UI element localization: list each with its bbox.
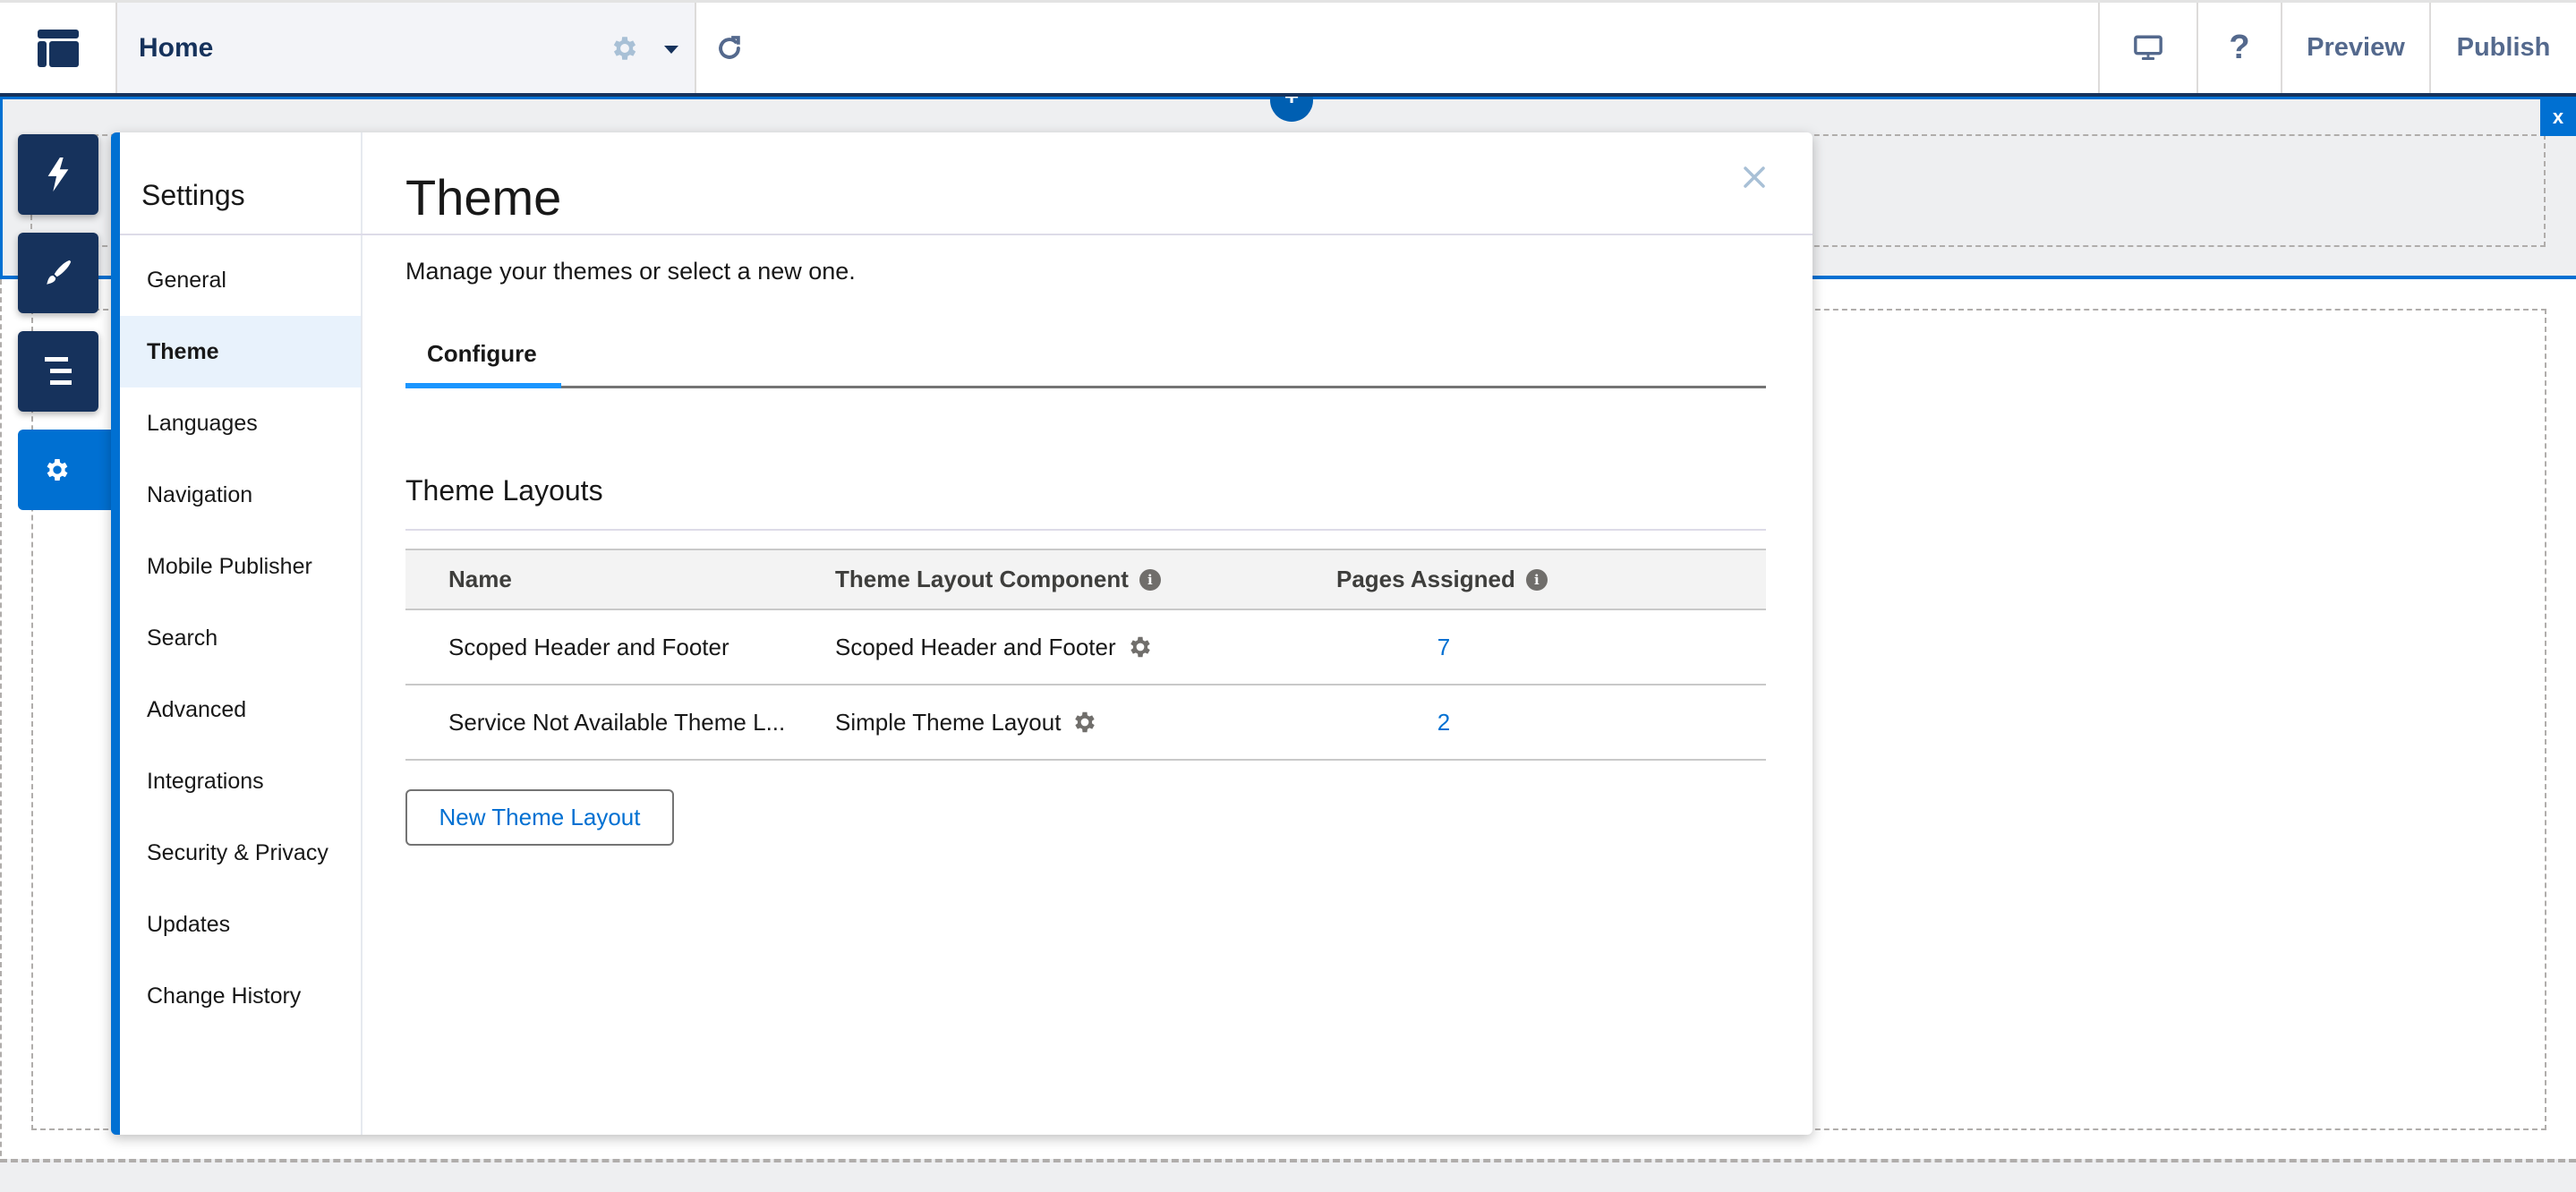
- nav-item-security-privacy[interactable]: Security & Privacy: [120, 817, 361, 889]
- page-settings-gear-icon[interactable]: [610, 33, 640, 68]
- desktop-icon: [2134, 35, 2162, 60]
- tab-active-indicator: [405, 383, 561, 388]
- content-subtitle: Manage your themes or select a new one.: [405, 258, 856, 285]
- settings-nav: Settings General Theme Languages Navigat…: [120, 132, 363, 1135]
- canvas-left-border: [0, 279, 2, 1192]
- nav-item-updates[interactable]: Updates: [120, 889, 361, 960]
- theme-layouts-table: Name Theme Layout Component i Pages Assi…: [405, 549, 1766, 761]
- close-icon: [1744, 166, 1765, 188]
- close-region-button[interactable]: x: [2540, 98, 2576, 136]
- nav-item-theme[interactable]: Theme: [120, 316, 361, 387]
- page-selector[interactable]: Home: [117, 3, 696, 93]
- component-settings-gear-icon[interactable]: [1071, 709, 1098, 736]
- refresh-button[interactable]: [696, 3, 2100, 93]
- nav-item-integrations[interactable]: Integrations: [120, 745, 361, 817]
- column-header-pages-label: Pages Assigned: [1336, 566, 1515, 592]
- settings-title: Settings: [141, 179, 245, 211]
- component-settings-gear-icon[interactable]: [1127, 634, 1154, 660]
- gear-icon: [47, 459, 68, 481]
- content-header-divider: [363, 234, 1813, 235]
- device-preview-button[interactable]: [2100, 3, 2198, 93]
- row-component-label: Scoped Header and Footer: [835, 633, 1116, 660]
- nav-item-mobile-publisher[interactable]: Mobile Publisher: [120, 531, 361, 602]
- content-title: Theme: [405, 169, 562, 226]
- info-icon[interactable]: i: [1525, 568, 1548, 591]
- table-row[interactable]: Service Not Available Theme L... Simple …: [405, 685, 1766, 761]
- top-toolbar: Home ? Preview Publish: [0, 0, 2576, 93]
- column-header-name-label: Name: [448, 566, 512, 592]
- column-header-component: Theme Layout Component i: [835, 550, 1301, 609]
- column-header-name: Name: [448, 550, 806, 609]
- nav-item-change-history[interactable]: Change History: [120, 960, 361, 1032]
- tab-bar-line: [405, 386, 1766, 388]
- table-row[interactable]: Scoped Header and Footer Scoped Header a…: [405, 610, 1766, 685]
- footer-region[interactable]: [0, 1159, 2576, 1192]
- column-header-pages: Pages Assigned i: [1336, 550, 1605, 609]
- logo-button[interactable]: [0, 3, 117, 93]
- tab-configure[interactable]: Configure: [427, 340, 537, 368]
- rail-settings-button[interactable]: [18, 430, 120, 510]
- close-panel-button[interactable]: [1736, 159, 1772, 195]
- row-component: Scoped Header and Footer: [835, 610, 1301, 684]
- refresh-icon: [719, 35, 740, 59]
- paintbrush-icon: [47, 260, 72, 285]
- row-component: Simple Theme Layout: [835, 685, 1301, 759]
- row-name: Scoped Header and Footer: [448, 633, 729, 660]
- column-header-component-label: Theme Layout Component: [835, 566, 1129, 592]
- list-icon: [45, 357, 72, 385]
- nav-item-general[interactable]: General: [120, 244, 361, 316]
- settings-content: Theme Manage your themes or select a new…: [363, 132, 1813, 1135]
- row-component-label: Simple Theme Layout: [835, 708, 1062, 736]
- help-button[interactable]: ?: [2198, 3, 2282, 93]
- settings-header-divider: [120, 234, 363, 235]
- table-header-row: Name Theme Layout Component i Pages Assi…: [405, 549, 1766, 610]
- settings-panel: Settings General Theme Languages Navigat…: [111, 132, 1813, 1135]
- rail-page-structure-button[interactable]: [18, 331, 98, 412]
- nav-item-search[interactable]: Search: [120, 602, 361, 674]
- publish-button[interactable]: Publish: [2431, 3, 2576, 93]
- new-theme-layout-button[interactable]: New Theme Layout: [405, 789, 674, 846]
- nav-item-languages[interactable]: Languages: [120, 387, 361, 459]
- nav-item-advanced[interactable]: Advanced: [120, 674, 361, 745]
- section-divider: [405, 529, 1766, 531]
- layout-icon: [37, 29, 79, 67]
- rail-components-button[interactable]: [18, 134, 98, 215]
- row-pages-assigned-link[interactable]: 7: [1336, 610, 1551, 684]
- nav-item-navigation[interactable]: Navigation: [120, 459, 361, 531]
- preview-button[interactable]: Preview: [2282, 3, 2431, 93]
- row-name: Service Not Available Theme L...: [448, 708, 786, 736]
- row-pages-assigned-link[interactable]: 2: [1336, 685, 1551, 759]
- info-icon[interactable]: i: [1139, 568, 1161, 591]
- caret-down-icon[interactable]: [664, 46, 678, 54]
- lightning-icon: [47, 158, 69, 192]
- rail-theme-button[interactable]: [18, 233, 98, 313]
- page-title: Home: [139, 32, 214, 63]
- theme-layouts-heading: Theme Layouts: [405, 474, 603, 507]
